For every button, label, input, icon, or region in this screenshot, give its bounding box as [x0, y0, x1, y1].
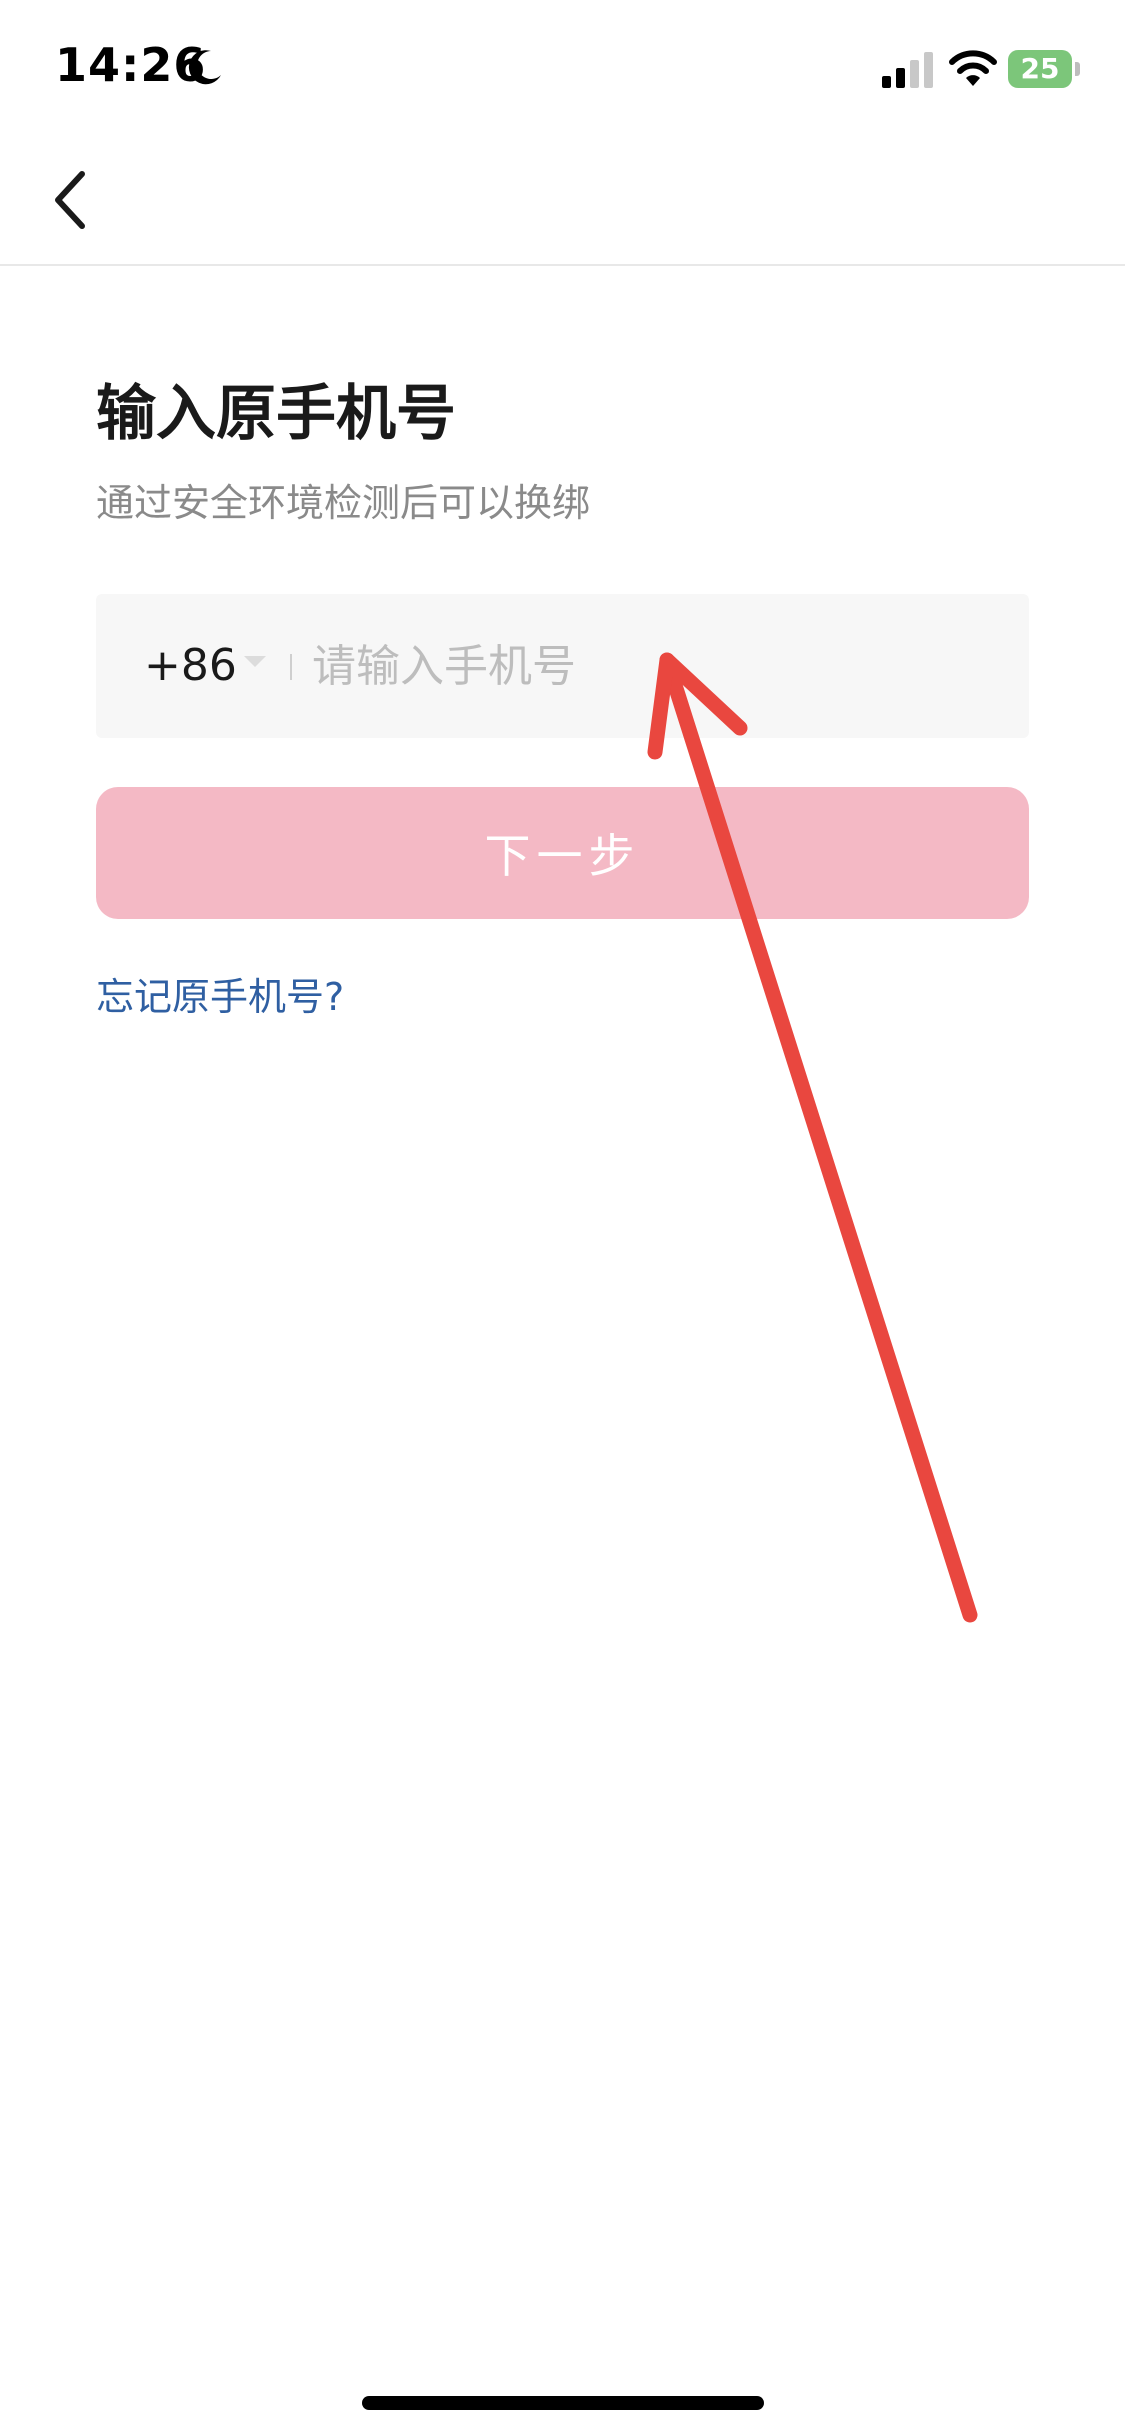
status-time: 14:26: [55, 38, 207, 92]
status-bar: 14:26 25: [0, 0, 1125, 140]
input-divider: [290, 654, 292, 680]
caret-down-icon[interactable]: [244, 656, 266, 667]
battery-cap: [1075, 62, 1080, 76]
back-button[interactable]: [40, 160, 100, 240]
page-subtitle: 通过安全环境检测后可以换绑: [96, 481, 591, 525]
page-title: 输入原手机号: [96, 379, 456, 449]
phone-number-input[interactable]: [312, 624, 992, 708]
forgot-phone-link[interactable]: 忘记原手机号?: [96, 966, 344, 1021]
country-code-selector[interactable]: +86: [144, 594, 237, 738]
chevron-left-icon: [55, 171, 85, 229]
home-indicator[interactable]: [362, 2396, 764, 2410]
moon-icon: [185, 47, 225, 87]
phone-input-box: +86: [96, 594, 1029, 738]
nav-bar: [0, 140, 1125, 266]
signal-icon: [880, 50, 936, 88]
battery-charging-icon: 25: [1008, 50, 1080, 88]
battery-level: 25: [1020, 52, 1060, 85]
wifi-icon: [948, 48, 998, 88]
next-step-button[interactable]: 下一步: [96, 787, 1029, 919]
